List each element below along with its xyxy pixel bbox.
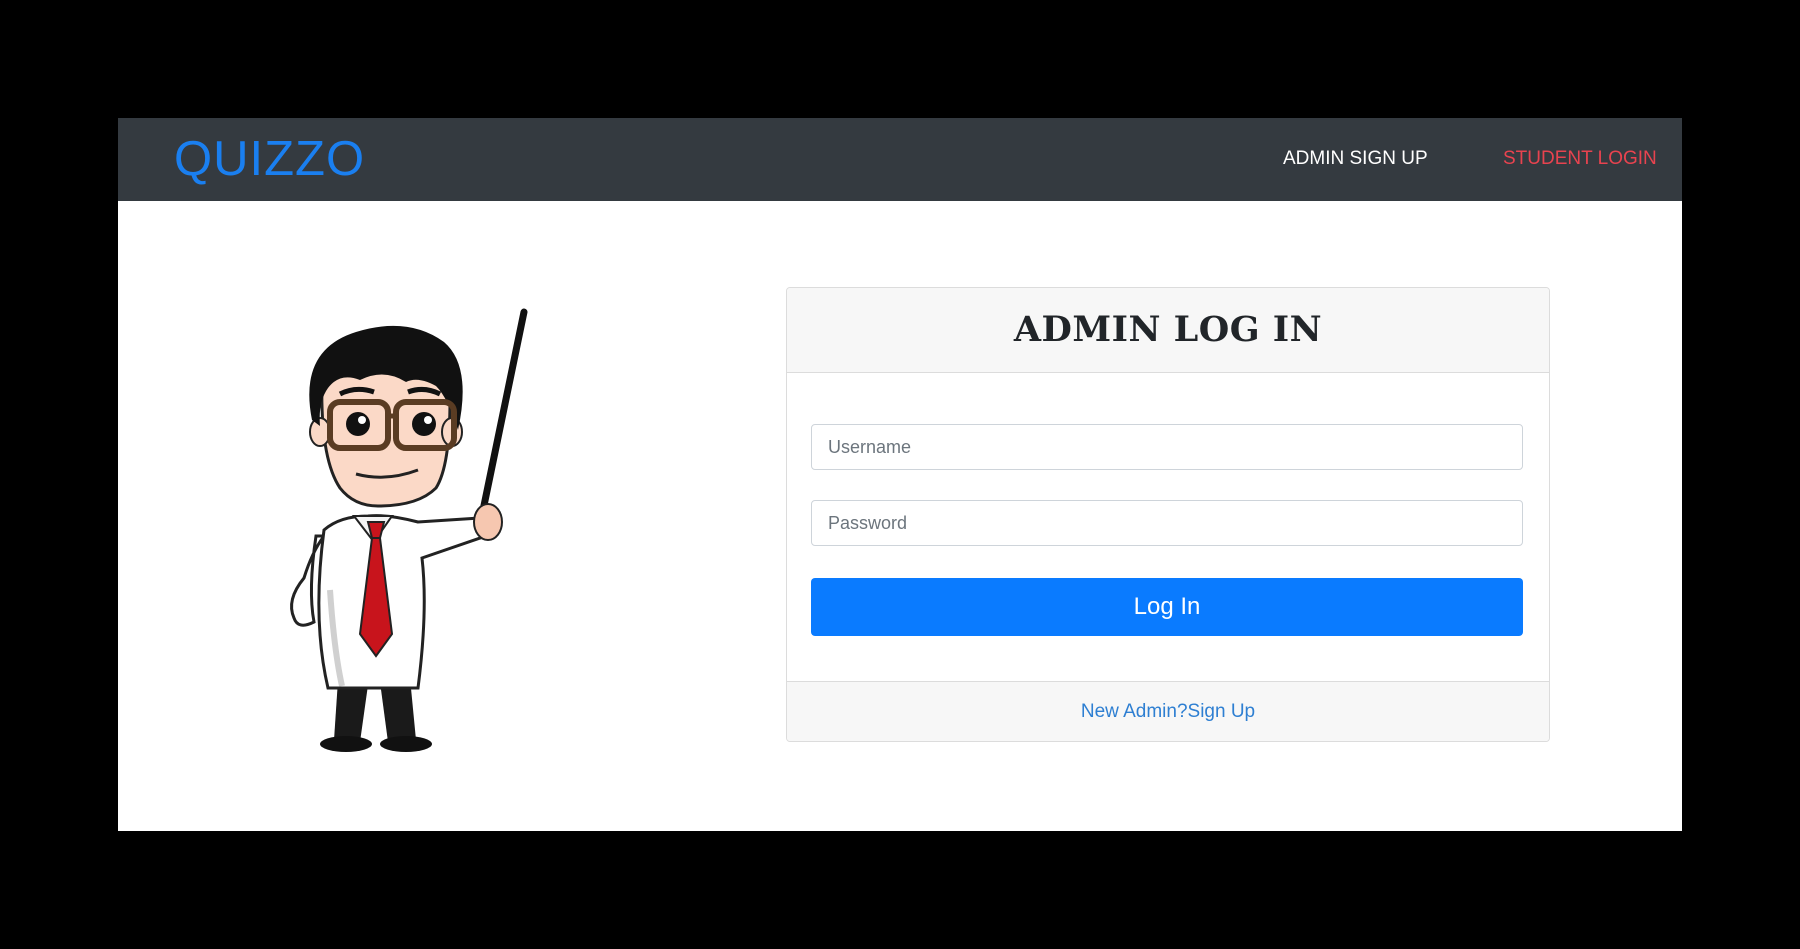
page-title: ADMIN LOG IN (1013, 309, 1323, 350)
password-input[interactable] (811, 500, 1523, 546)
app-frame: QUIZZO ADMIN SIGN UP STUDENT LOGIN ADMIN… (118, 118, 1682, 831)
admin-login-card: ADMIN LOG IN Log In New Admin?Sign Up (786, 287, 1550, 742)
card-footer: New Admin?Sign Up (787, 681, 1549, 741)
navbar: QUIZZO ADMIN SIGN UP STUDENT LOGIN (118, 118, 1682, 201)
nav-admin-signup-link[interactable]: ADMIN SIGN UP (1283, 146, 1428, 172)
card-header: ADMIN LOG IN (787, 288, 1549, 373)
teacher-mascot-icon (290, 308, 528, 752)
new-admin-signup-link[interactable]: New Admin?Sign Up (1081, 682, 1255, 741)
username-input[interactable] (811, 424, 1523, 470)
nav-student-login-link[interactable]: STUDENT LOGIN (1503, 146, 1657, 172)
login-button[interactable]: Log In (811, 578, 1523, 636)
brand-logo[interactable]: QUIZZO (174, 130, 365, 188)
